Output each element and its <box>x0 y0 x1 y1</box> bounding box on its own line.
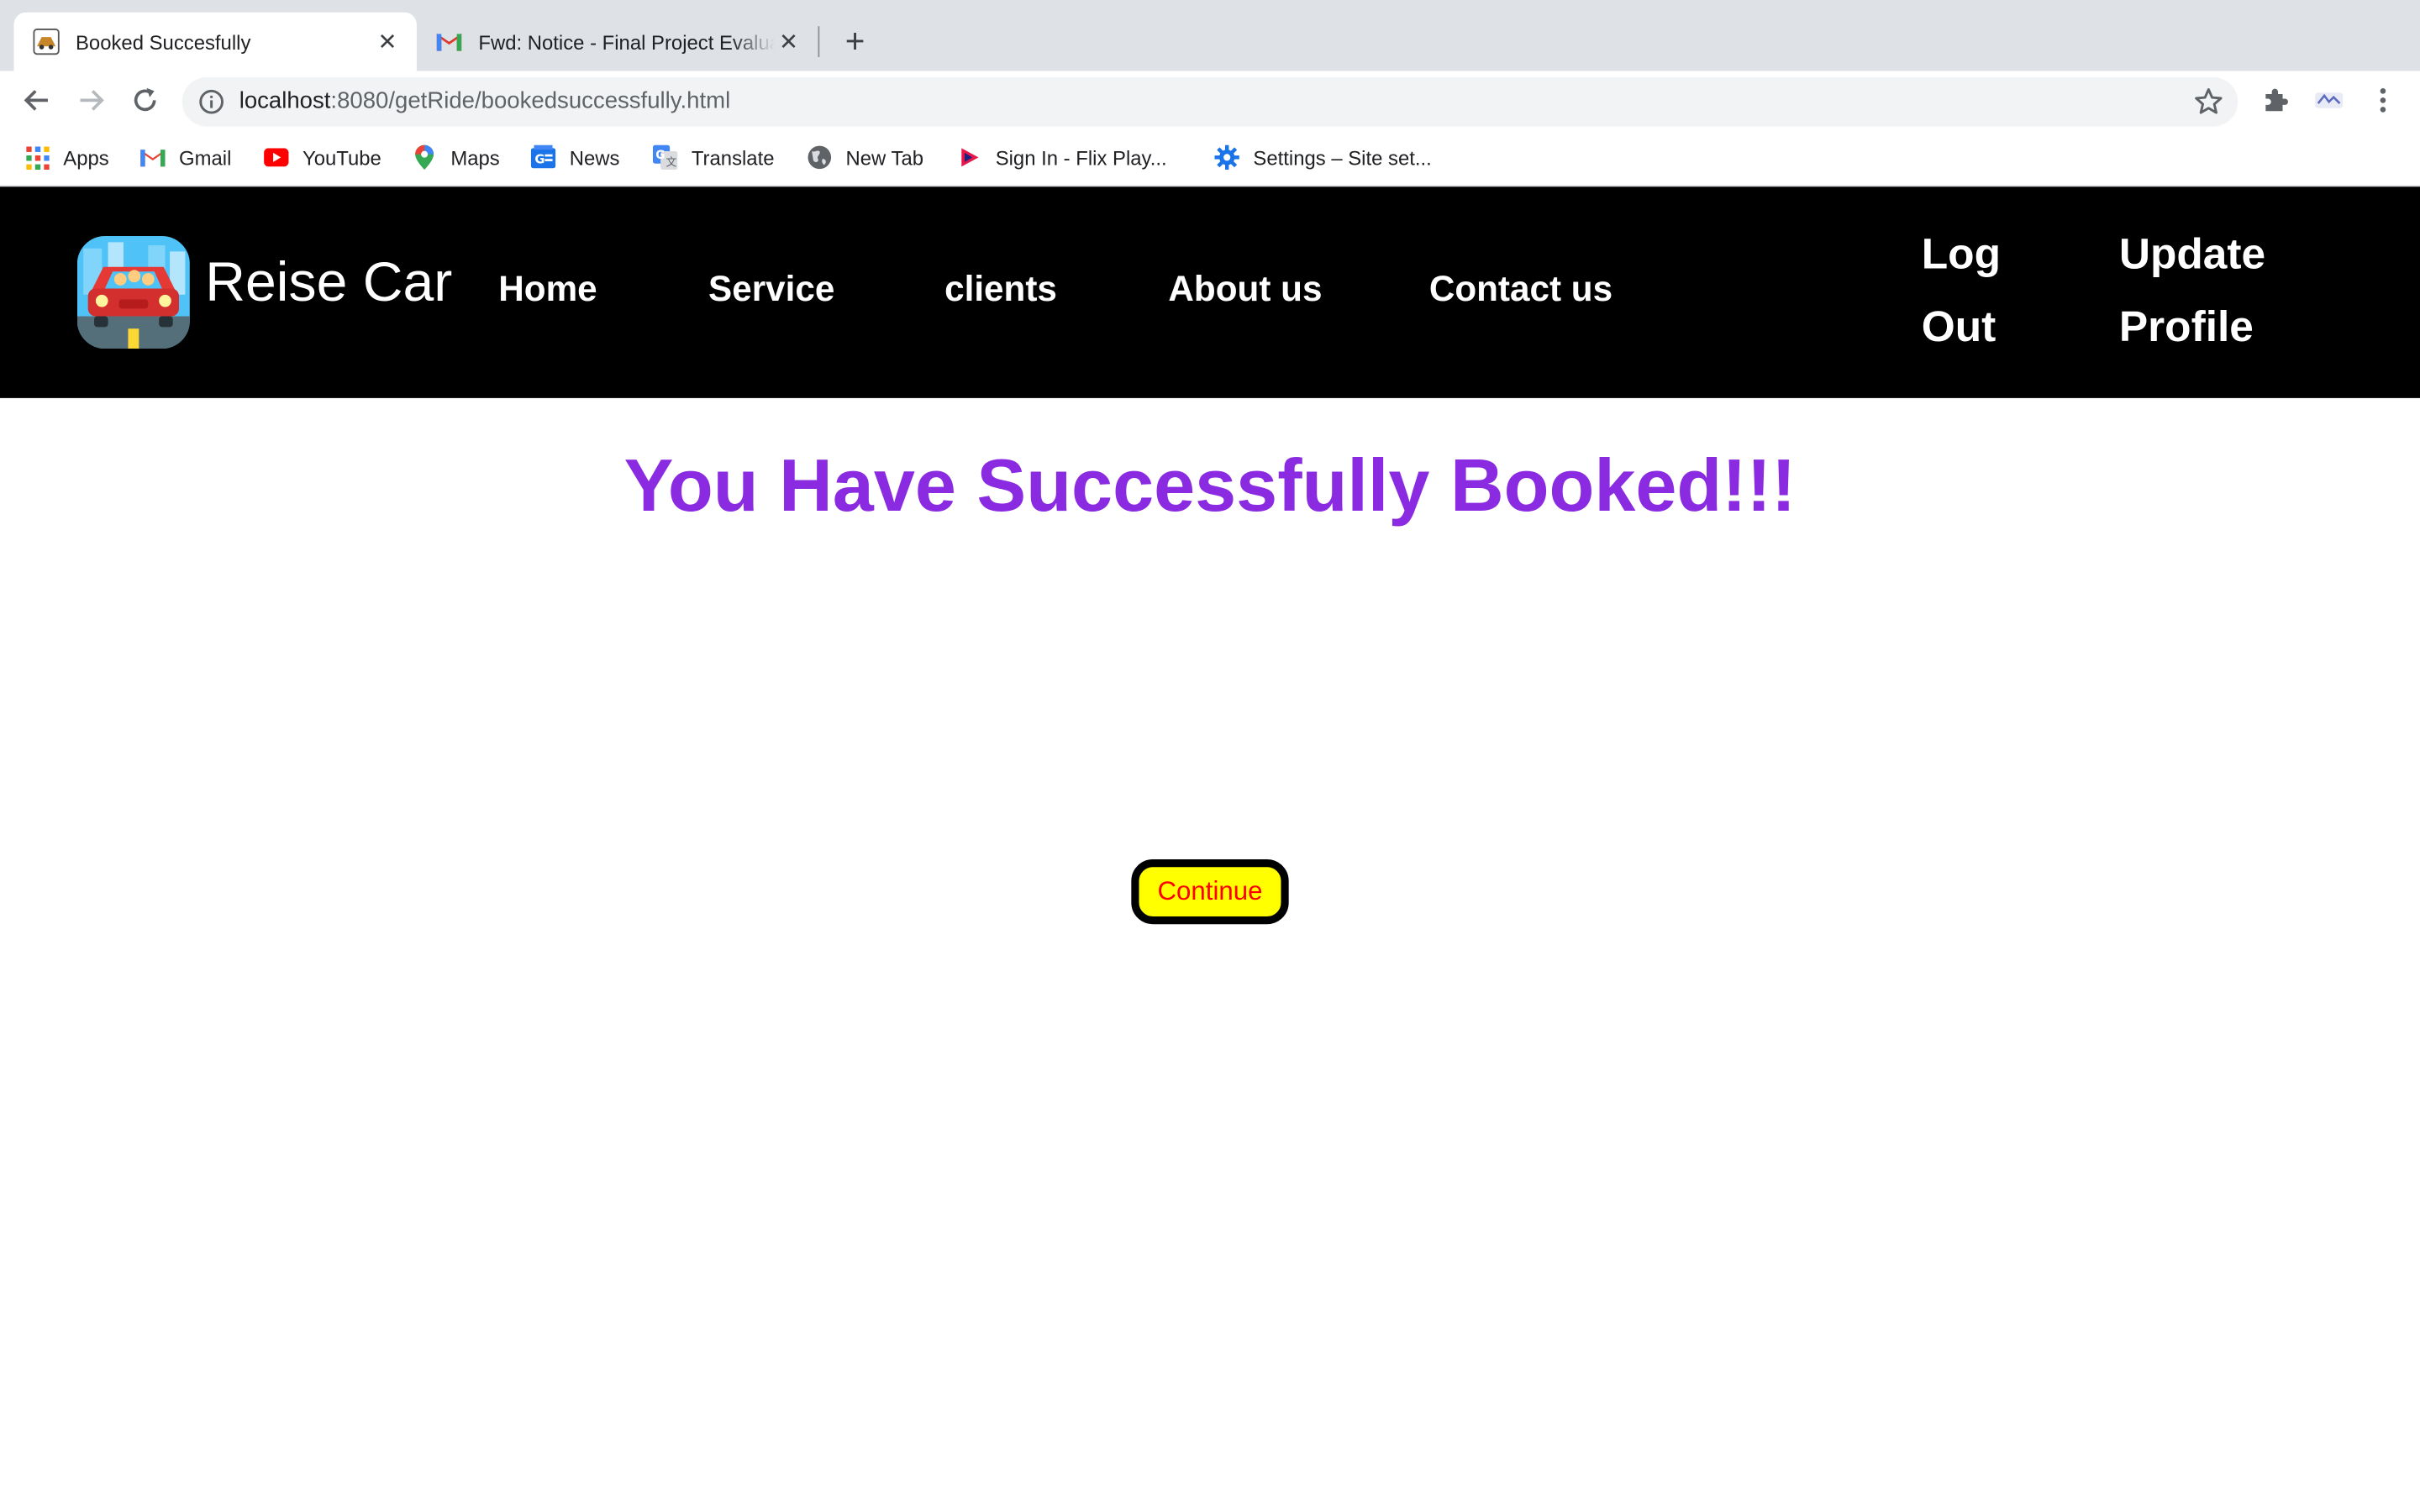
log-out-line-1: Log <box>1921 229 2001 278</box>
nav-log-out[interactable]: Log Out <box>1922 218 2001 363</box>
url-text: localhost:8080/getRide/bookedsuccessfull… <box>239 77 731 127</box>
url-path: :8080/getRide/bookedsuccessfully.html <box>330 87 731 114</box>
bookmark-translate[interactable]: G文 Translate <box>652 129 775 185</box>
update-profile-line-2: Profile <box>2118 302 2254 350</box>
nav-about-us[interactable]: About us <box>1168 264 1322 313</box>
gmail-icon <box>140 145 166 170</box>
browser-window: Booked Succesfully ✕ Fwd: Notice - Final… <box>0 0 2420 1512</box>
car-favicon-icon <box>33 28 60 55</box>
bookmark-gmail[interactable]: Gmail <box>140 129 231 185</box>
maps-pin-icon <box>412 144 436 171</box>
log-out-line-2: Out <box>1921 302 1996 350</box>
brand-name[interactable]: Reise Car <box>205 249 452 317</box>
gmail-favicon-icon <box>435 28 463 55</box>
bookmark-label: Apps <box>63 145 109 170</box>
bookmark-label: YouTube <box>302 145 381 170</box>
google-translate-icon: G文 <box>652 144 678 171</box>
bookmark-label: News <box>569 145 620 170</box>
continue-button[interactable]: Continue <box>1131 859 1289 925</box>
flix-play-icon <box>957 145 981 170</box>
svg-text:文: 文 <box>666 156 677 169</box>
extensions-puzzle-icon[interactable] <box>2260 85 2291 116</box>
globe-icon <box>808 145 832 170</box>
bookmark-label: Gmail <box>179 145 232 170</box>
bookmark-star-icon[interactable] <box>2193 87 2224 118</box>
url-host: localhost <box>239 87 331 114</box>
tab-strip: Booked Succesfully ✕ Fwd: Notice - Final… <box>0 0 2420 71</box>
site-header: Reise Car Home Service clients About us … <box>0 186 2420 398</box>
tab-title: Booked Succesfully <box>76 29 251 54</box>
back-arrow-icon[interactable] <box>15 79 58 122</box>
nav-clients[interactable]: clients <box>944 264 1057 313</box>
bookmark-flix-play[interactable]: Sign In - Flix Play... <box>957 129 1167 185</box>
bookmark-label: Sign In - Flix Play... <box>995 145 1167 170</box>
svg-text:G: G <box>655 149 665 162</box>
apps-grid-icon <box>24 145 49 170</box>
google-news-icon: G <box>530 144 556 170</box>
tab-separator <box>818 26 820 57</box>
bookmark-settings[interactable]: Settings – Site set... <box>1214 129 1432 185</box>
update-profile-line-1: Update <box>2118 229 2266 278</box>
bookmark-new-tab[interactable]: New Tab <box>808 129 923 185</box>
tab-title: Fwd: Notice - Final Project Evaluation <box>478 29 775 54</box>
bookmark-youtube[interactable]: YouTube <box>264 129 381 185</box>
nav-home[interactable]: Home <box>498 264 597 313</box>
new-tab-plus-icon[interactable]: + <box>834 20 876 63</box>
bookmark-label: Settings – Site set... <box>1253 145 1432 170</box>
close-tab-icon[interactable]: ✕ <box>775 28 802 55</box>
bookmark-news[interactable]: G News <box>530 129 620 185</box>
success-headline: You Have Successfully Booked!!! <box>623 445 1797 528</box>
reload-icon[interactable] <box>124 79 166 122</box>
profile-avatar-icon[interactable] <box>2313 85 2344 116</box>
bookmark-apps[interactable]: Apps <box>24 129 109 185</box>
nav-contact-us[interactable]: Contact us <box>1429 264 1612 313</box>
bookmark-label: Translate <box>691 145 775 170</box>
nav-service[interactable]: Service <box>708 264 834 313</box>
gear-icon <box>1214 144 1239 171</box>
site-info-icon[interactable] <box>197 88 225 116</box>
browser-toolbar: localhost:8080/getRide/bookedsuccessfull… <box>0 71 2420 130</box>
svg-text:G: G <box>534 153 544 167</box>
tab-fwd-notice[interactable]: Fwd: Notice - Final Project Evaluation ✕ <box>417 13 818 71</box>
bookmark-maps[interactable]: Maps <box>412 129 500 185</box>
bookmark-label: New Tab <box>845 145 923 170</box>
car-logo-icon[interactable] <box>76 236 190 349</box>
bookmark-label: Maps <box>450 145 500 170</box>
nav-update-profile[interactable]: Update Profile <box>2119 218 2265 363</box>
bookmarks-bar: Apps Gmail YouTube Maps G News G 文 Trans… <box>0 129 2420 187</box>
tab-booked-succesfully[interactable]: Booked Succesfully ✕ <box>13 12 417 71</box>
youtube-icon <box>264 145 289 170</box>
close-tab-icon[interactable]: ✕ <box>373 28 401 55</box>
forward-arrow-icon[interactable] <box>70 79 113 122</box>
browser-menu-dots-icon[interactable] <box>2368 85 2399 116</box>
address-bar[interactable]: localhost:8080/getRide/bookedsuccessfull… <box>182 76 2238 127</box>
